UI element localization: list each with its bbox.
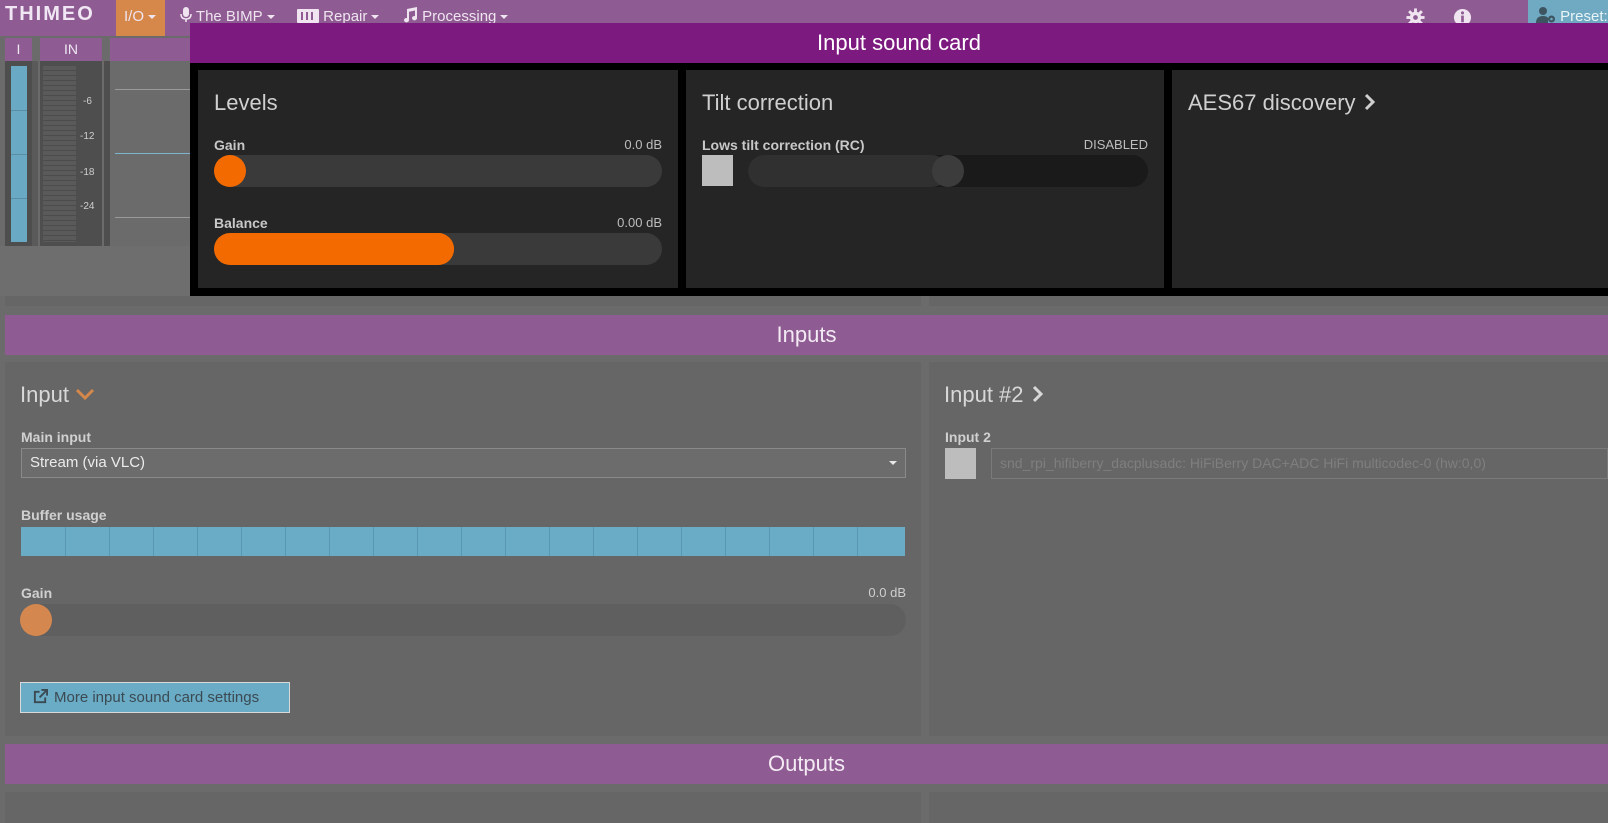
gain-label: Gain	[214, 137, 246, 153]
brand-logo[interactable]: THIMEO	[5, 3, 95, 26]
lows-tilt-slider[interactable]	[748, 155, 1148, 187]
lows-tilt-slider-fill	[748, 155, 948, 187]
buffer-segment-divider	[813, 527, 814, 556]
buffer-segment-divider	[153, 527, 154, 556]
caret-down-icon	[889, 461, 897, 465]
menu-io[interactable]: I/O	[116, 0, 165, 36]
buffer-segment-divider	[417, 527, 418, 556]
meter-header-in: IN	[40, 38, 102, 61]
lows-tilt-label: Lows tilt correction (RC)	[702, 137, 865, 153]
buffer-segment-divider	[285, 527, 286, 556]
chevron-right-icon	[1032, 385, 1043, 403]
input-gain-slider-handle[interactable]	[20, 604, 52, 636]
balance-slider-handle[interactable]	[422, 233, 454, 265]
music-note-icon	[404, 7, 418, 23]
aes67-discovery-card[interactable]: AES67 discovery	[1172, 70, 1608, 288]
meter-tick: -18	[80, 167, 95, 178]
buffer-segment-divider	[329, 527, 330, 556]
buffer-segment-divider	[769, 527, 770, 556]
input-2-checkbox[interactable]	[945, 448, 976, 479]
input-gain-slider[interactable]	[20, 604, 906, 636]
input-2-label: Input 2	[945, 429, 991, 445]
meter-scale	[43, 66, 76, 242]
inputs-section-header: Inputs	[5, 315, 1608, 355]
buffer-segment-divider	[373, 527, 374, 556]
input-2-panel	[929, 362, 1608, 736]
tilt-title: Tilt correction	[702, 90, 834, 115]
input-gain-label: Gain	[21, 585, 53, 601]
buffer-segment-divider	[637, 527, 638, 556]
input-2-title[interactable]: Input #2	[944, 382, 1044, 408]
buffer-segment-divider	[461, 527, 462, 556]
buffer-segment-divider	[857, 527, 858, 556]
balance-value: 0.00 dB	[617, 215, 662, 230]
graph-header	[110, 38, 190, 61]
lows-tilt-checkbox[interactable]	[702, 155, 733, 186]
buffer-segment-divider	[681, 527, 682, 556]
meter-header-i: I	[5, 38, 32, 61]
buffer-segment-divider	[109, 527, 110, 556]
balance-slider-fill	[214, 233, 454, 265]
meter-tick: -6	[83, 96, 92, 107]
input-gain-value: 0.0 dB	[868, 585, 906, 600]
levels-card: Levels Gain 0.0 dB Balance 0.00 dB	[198, 70, 678, 288]
user-gear-icon	[1536, 7, 1555, 23]
input-2-device-field: snd_rpi_hifiberry_dacplusadc: HiFiBerry …	[991, 448, 1608, 479]
more-input-settings-label: More input sound card settings	[54, 689, 260, 706]
meter-tick: -12	[80, 131, 95, 142]
buffer-segment-divider	[505, 527, 506, 556]
lows-tilt-slider-handle[interactable]	[932, 155, 964, 187]
balance-slider[interactable]	[214, 233, 662, 265]
microphone-icon	[180, 7, 192, 22]
buffer-segment-divider	[65, 527, 66, 556]
gain-slider-handle[interactable]	[214, 155, 246, 187]
main-input-select[interactable]: Stream (via VLC)	[21, 448, 906, 478]
gain-value: 0.0 dB	[624, 137, 662, 152]
lows-tilt-status: DISABLED	[1083, 137, 1148, 152]
outputs-section-header: Outputs	[5, 744, 1608, 784]
buffer-segment-divider	[593, 527, 594, 556]
caret-down-icon	[148, 15, 157, 20]
aes67-title[interactable]: AES67 discovery	[1188, 90, 1376, 116]
main-input-label: Main input	[21, 429, 91, 445]
meter-tick: -24	[80, 201, 95, 212]
tilt-correction-card: Tilt correction Lows tilt correction (RC…	[686, 70, 1164, 288]
input-1-title[interactable]: Input	[20, 382, 95, 408]
chevron-right-icon	[1364, 93, 1375, 111]
chevron-down-icon	[76, 388, 95, 401]
buffer-segment-divider	[549, 527, 550, 556]
modal-title: Input sound card	[190, 23, 1608, 63]
more-input-settings-button[interactable]: More input sound card settings	[20, 682, 290, 713]
buffer-segment-divider	[197, 527, 198, 556]
buffer-usage-bar	[21, 527, 905, 556]
equalizer-icon	[297, 9, 319, 23]
output-2-panel	[929, 792, 1608, 823]
buffer-segment-divider	[241, 527, 242, 556]
menu-io-label: I/O	[124, 8, 145, 25]
main-input-value: Stream (via VLC)	[30, 454, 146, 471]
input-sound-card-modal: Input sound card Levels Gain 0.0 dB Bala…	[190, 23, 1608, 296]
aes67-title-text: AES67 discovery	[1188, 90, 1356, 115]
input-1-title-text: Input	[20, 382, 69, 407]
gain-slider[interactable]	[214, 155, 662, 187]
buffer-usage-label: Buffer usage	[21, 507, 107, 523]
external-link-icon	[33, 689, 48, 704]
output-1-panel	[5, 792, 921, 823]
caret-down-icon	[371, 15, 380, 20]
caret-down-icon	[500, 15, 509, 20]
input-2-title-text: Input #2	[944, 382, 1024, 407]
caret-down-icon	[266, 15, 275, 20]
buffer-segment-divider	[725, 527, 726, 556]
levels-title: Levels	[214, 90, 278, 115]
balance-label: Balance	[214, 215, 268, 231]
